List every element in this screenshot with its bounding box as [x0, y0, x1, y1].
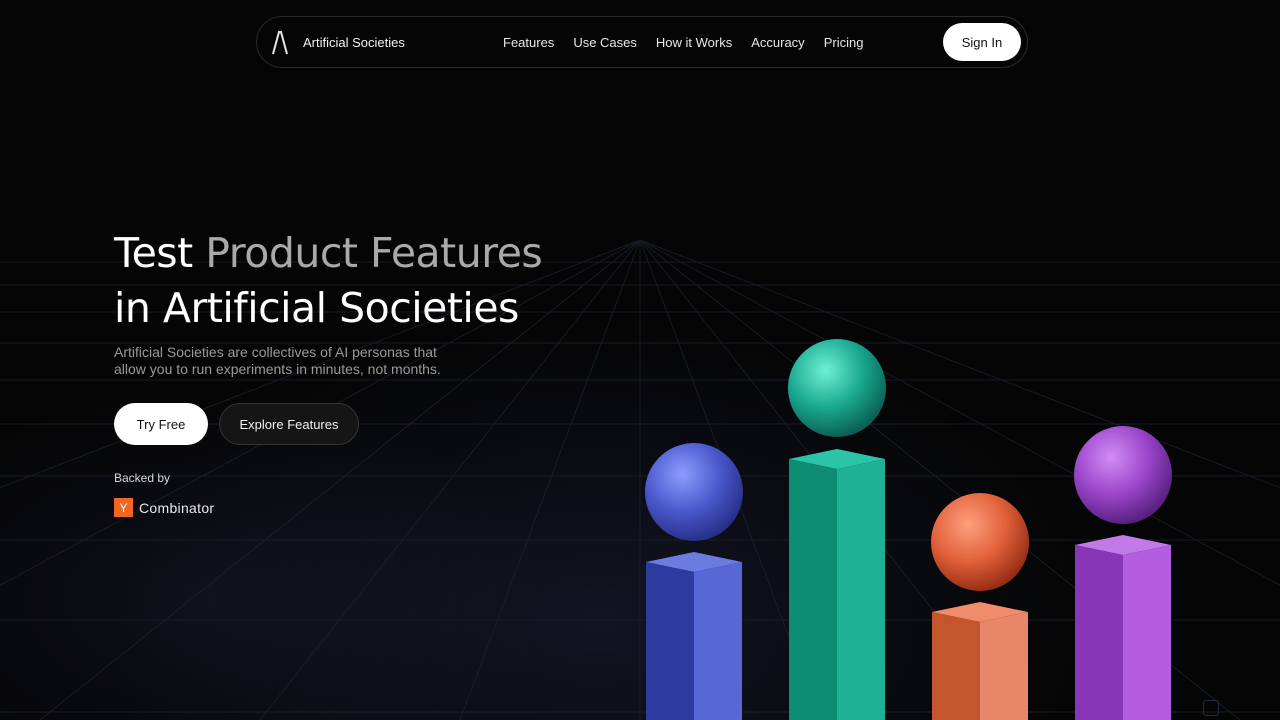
blue-sphere [645, 443, 743, 541]
purple-pillar [1075, 535, 1171, 720]
purple-sphere [1074, 426, 1172, 524]
orange-sphere [931, 493, 1029, 591]
watermark-icon [1203, 700, 1219, 716]
teal-pillar [789, 449, 885, 720]
orange-pillar [932, 602, 1028, 720]
teal-sphere [788, 339, 886, 437]
pillars-illustration [645, 339, 1172, 720]
blue-pillar [646, 552, 742, 720]
